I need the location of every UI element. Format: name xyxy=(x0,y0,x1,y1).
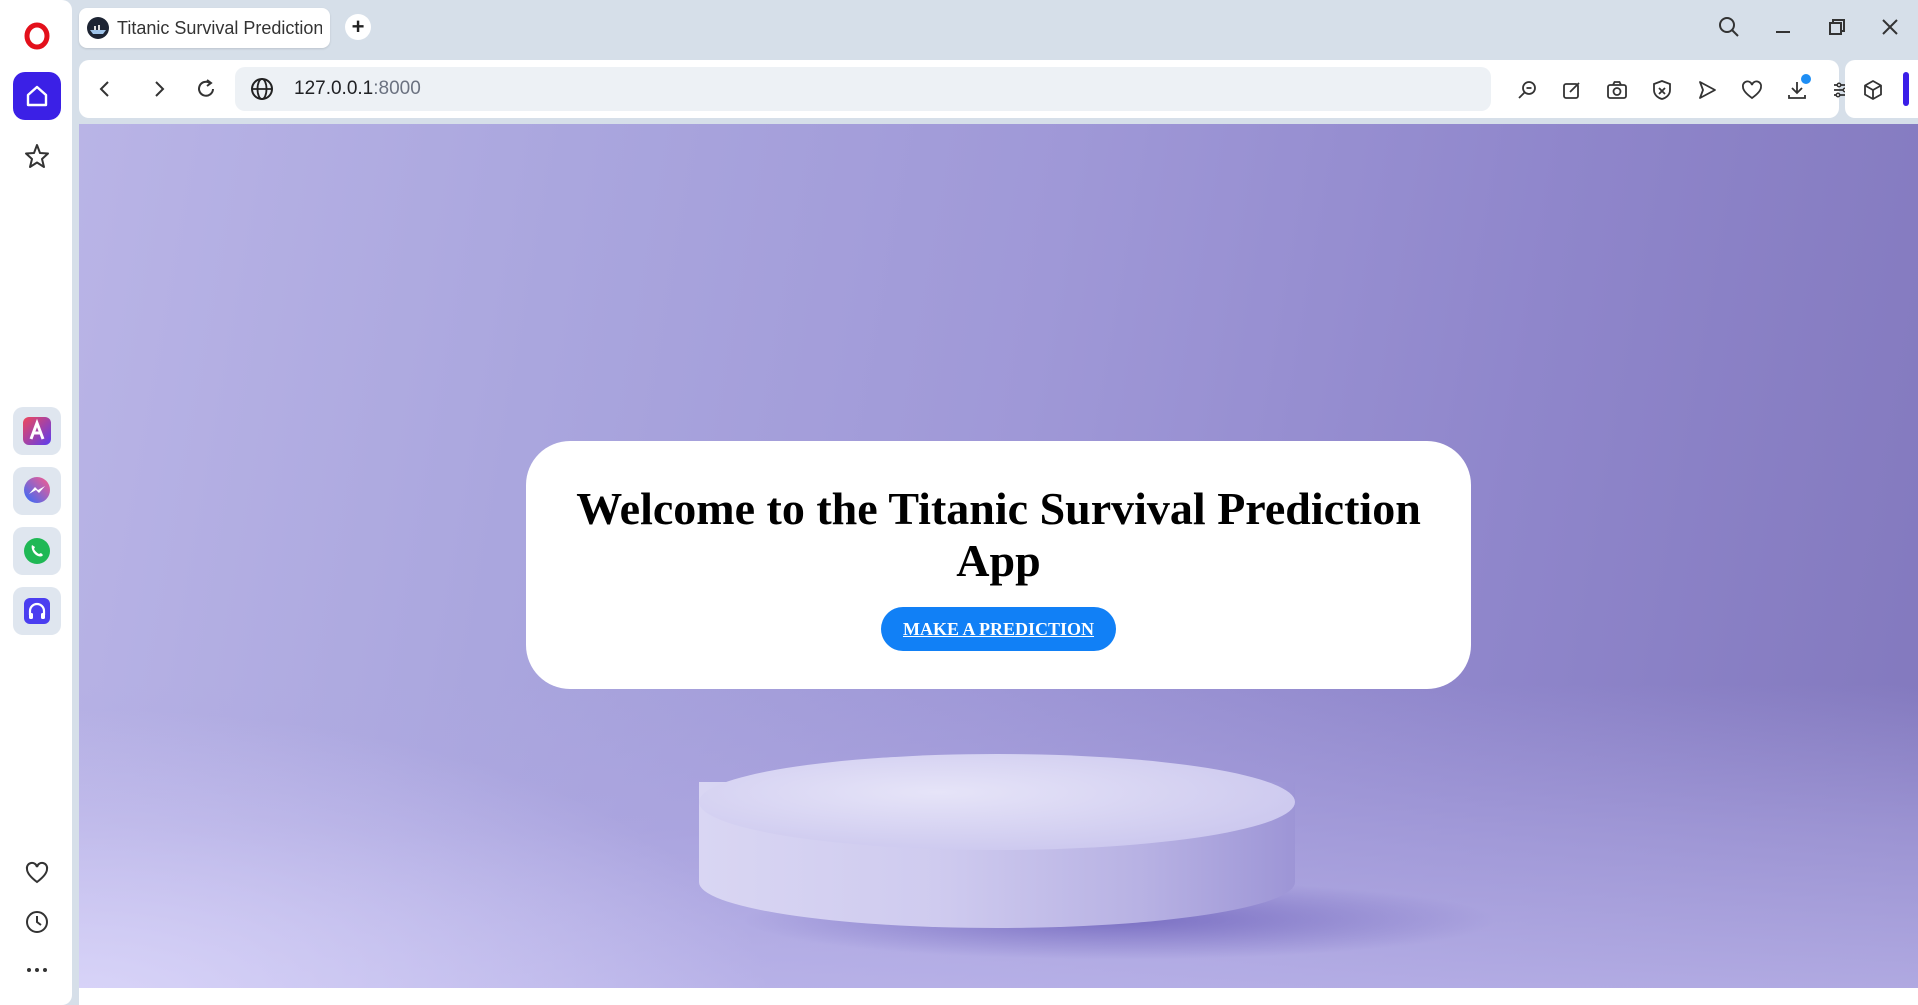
home-icon[interactable] xyxy=(13,72,61,120)
page-title: Welcome to the Titanic Survival Predicti… xyxy=(576,483,1421,586)
download-icon[interactable] xyxy=(1781,74,1813,106)
adblock-icon[interactable] xyxy=(1646,74,1678,106)
whatsapp-icon[interactable] xyxy=(13,527,61,575)
viewport-bottom-edge xyxy=(79,988,1918,1005)
extensions-panel xyxy=(1845,60,1918,118)
url-host: 127.0.0.1 xyxy=(294,78,374,99)
opera-logo-icon[interactable] xyxy=(13,12,61,60)
history-icon[interactable] xyxy=(13,898,61,946)
welcome-card: Welcome to the Titanic Survival Predicti… xyxy=(526,441,1471,689)
new-tab-button[interactable]: + xyxy=(345,14,371,40)
download-badge xyxy=(1801,74,1811,84)
tab-titanic[interactable]: Titanic Survival Prediction xyxy=(79,8,330,48)
extensions-icon[interactable] xyxy=(1857,74,1889,106)
page-viewport: Welcome to the Titanic Survival Predicti… xyxy=(79,124,1918,1005)
globe-icon xyxy=(251,78,273,100)
sidebar xyxy=(0,0,72,1005)
messenger-icon[interactable] xyxy=(13,467,61,515)
podium-top xyxy=(699,754,1295,850)
restore-icon[interactable] xyxy=(1819,10,1855,44)
search-tabs-icon[interactable] xyxy=(1711,10,1747,44)
close-icon[interactable] xyxy=(1872,10,1908,44)
music-player-icon[interactable] xyxy=(13,587,61,635)
tab-title: Titanic Survival Prediction xyxy=(117,17,322,38)
heart-icon[interactable] xyxy=(13,849,61,897)
url-port: :8000 xyxy=(373,78,421,99)
more-icon[interactable] xyxy=(13,946,61,994)
make-prediction-button[interactable]: MAKE A PREDICTION xyxy=(880,607,1117,651)
star-icon[interactable] xyxy=(13,132,61,180)
background-glow xyxy=(79,705,779,1005)
zoom-icon[interactable] xyxy=(1511,74,1543,106)
sidebar-toggle-indicator[interactable] xyxy=(1903,72,1909,106)
heart-icon[interactable] xyxy=(1736,74,1768,106)
toolbar: 127.0.0.1:8000 xyxy=(79,60,1907,118)
forward-icon[interactable] xyxy=(142,72,176,106)
titanic-ship-icon xyxy=(87,17,109,39)
back-icon[interactable] xyxy=(88,72,122,106)
minimize-icon[interactable] xyxy=(1765,10,1801,44)
reload-icon[interactable] xyxy=(189,72,223,106)
send-icon[interactable] xyxy=(1691,74,1723,106)
aria-icon[interactable] xyxy=(13,407,61,455)
snapshot-icon[interactable] xyxy=(1601,74,1633,106)
edit-icon[interactable] xyxy=(1556,74,1588,106)
address-bar[interactable]: 127.0.0.1:8000 xyxy=(235,67,1491,111)
